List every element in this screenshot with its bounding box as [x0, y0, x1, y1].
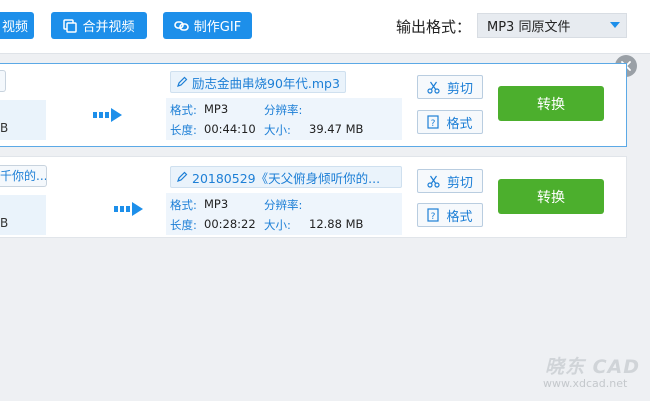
- duration-key: 长度:: [170, 218, 197, 232]
- watermark-url: www.xdcad.net: [543, 377, 628, 390]
- size-value: 39.47 MB: [309, 122, 364, 136]
- make-gif-button[interactable]: 制作GIF: [163, 12, 252, 39]
- source-info-box: B: [0, 195, 46, 235]
- resolution-key: 分辨率:: [264, 103, 303, 117]
- size-key: 大小:: [264, 123, 291, 137]
- duration-value: 00:28:22: [204, 217, 256, 231]
- format-help-icon: ?: [427, 115, 440, 129]
- format-label: 格式: [446, 209, 473, 225]
- output-name-box[interactable]: 20180529《天父俯身倾听你的...: [170, 166, 402, 188]
- scissors-icon: [427, 175, 440, 188]
- duration-value: 00:44:10: [204, 122, 256, 136]
- svg-text:?: ?: [431, 212, 436, 222]
- format-value: MP3: [204, 197, 229, 211]
- output-file-name: 20180529《天父俯身倾听你的...: [192, 170, 381, 186]
- convert-label: 转换: [537, 189, 565, 206]
- resolution-key: 分辨率:: [264, 198, 303, 212]
- edit-pencil-icon: [177, 76, 188, 87]
- format-key: 格式:: [170, 103, 197, 117]
- convert-button[interactable]: 转换: [498, 86, 604, 121]
- output-info-box: 格式: MP3 分辨率: 长度: 00:28:22 大小: 12.88 MB: [166, 193, 402, 235]
- merge-icon: [63, 18, 78, 33]
- svg-text:?: ?: [431, 119, 436, 129]
- arrow-right-icon: [93, 108, 122, 122]
- make-gif-label: 制作GIF: [193, 20, 242, 35]
- duration-key: 长度:: [170, 123, 197, 137]
- merge-video-button[interactable]: 合并视频: [51, 12, 147, 39]
- source-name-box: [0, 70, 6, 92]
- split-video-button[interactable]: 视频: [0, 12, 34, 39]
- format-value: MP3: [204, 102, 229, 116]
- split-video-label: 视频: [1, 20, 28, 35]
- convert-button[interactable]: 转换: [498, 179, 604, 214]
- watermark: 晓东 CAD www.xdcad.net: [543, 352, 643, 392]
- format-label: 格式: [446, 116, 473, 132]
- output-name-box[interactable]: 励志金曲串烧90年代.mp3: [170, 71, 346, 93]
- task-row: B 励志金曲串烧90年代.mp3 格式: MP3 分辨率: 长度: 00:44:…: [0, 63, 627, 147]
- output-file-name: 励志金曲串烧90年代.mp3: [192, 75, 340, 91]
- cut-label: 剪切: [446, 175, 473, 191]
- scissors-icon: [427, 81, 440, 94]
- cut-button[interactable]: 剪切: [417, 169, 483, 193]
- source-size-suffix: B: [0, 216, 9, 230]
- source-file-name: 千你的...: [0, 169, 47, 183]
- output-format-value: MP3 同原文件: [487, 20, 571, 35]
- output-format-label: 输出格式：: [396, 18, 472, 36]
- merge-video-label: 合并视频: [82, 20, 135, 35]
- source-size-suffix: B: [0, 121, 9, 135]
- edit-pencil-icon: [177, 171, 188, 182]
- format-help-icon: ?: [427, 208, 440, 222]
- link-icon: [173, 20, 189, 31]
- format-key: 格式:: [170, 198, 197, 212]
- cut-label: 剪切: [446, 81, 473, 97]
- toolbar: 视频 合并视频 制作GIF 输出格式： MP3 同原文件: [0, 0, 650, 54]
- format-button[interactable]: ? 格式: [417, 203, 483, 227]
- source-info-box: B: [0, 100, 46, 140]
- output-format-select[interactable]: MP3 同原文件: [477, 13, 627, 38]
- size-value: 12.88 MB: [309, 217, 364, 231]
- source-name-box: 千你的...: [0, 165, 47, 187]
- watermark-brand: 晓东 CAD: [545, 356, 641, 378]
- arrow-right-icon: [114, 202, 143, 216]
- task-row: 千你的... B 20180529《天父俯身倾听你的... 格式: MP3 分辨…: [0, 156, 627, 238]
- format-button[interactable]: ? 格式: [417, 110, 483, 134]
- output-info-box: 格式: MP3 分辨率: 长度: 00:44:10 大小: 39.47 MB: [166, 98, 402, 140]
- chevron-down-icon: [610, 22, 620, 28]
- size-key: 大小:: [264, 218, 291, 232]
- convert-label: 转换: [537, 96, 565, 113]
- cut-button[interactable]: 剪切: [417, 75, 483, 99]
